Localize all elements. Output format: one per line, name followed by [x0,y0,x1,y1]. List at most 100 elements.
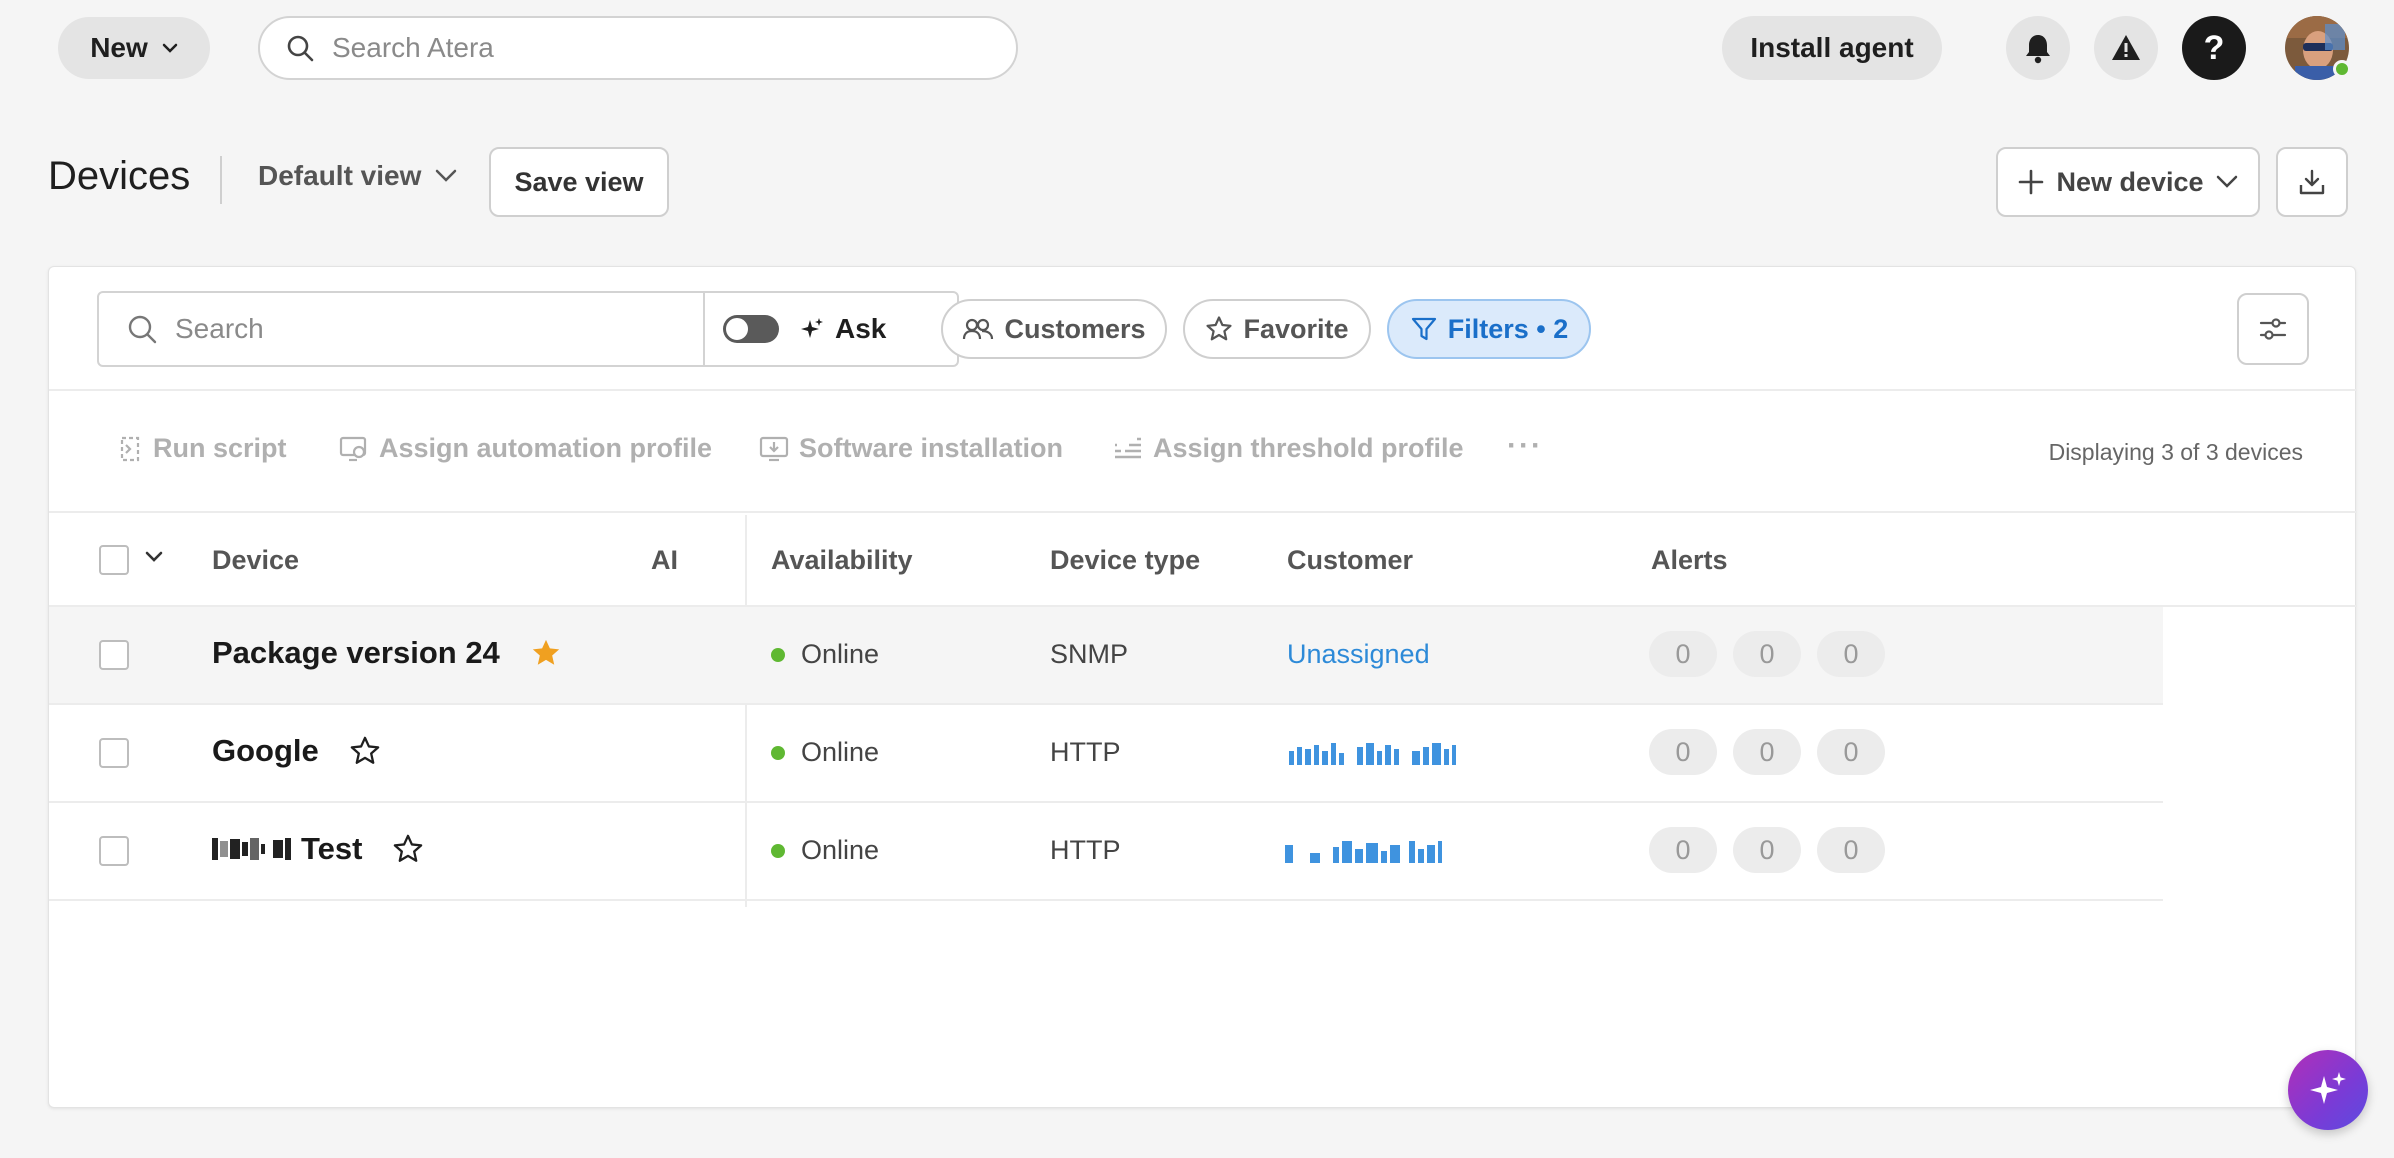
filter-bar: Ask Customers Favorite Filters • 2 [49,267,2357,391]
assign-automation-action[interactable]: Assign automation profile [339,433,712,464]
sliders-icon [2259,317,2287,341]
new-device-label: New device [2056,166,2204,197]
device-name[interactable]: Package version 24 [212,635,500,671]
column-device-type[interactable]: Device type [1050,545,1200,576]
column-ai[interactable]: AI [651,545,678,576]
alert-count-info[interactable]: 0 [1817,827,1885,873]
star-icon[interactable] [392,833,424,865]
row-checkbox[interactable] [99,836,129,866]
column-customer[interactable]: Customer [1287,545,1413,576]
ask-button[interactable]: Ask [799,313,886,345]
more-actions-button[interactable]: ··· [1507,429,1543,463]
run-script-action[interactable]: Run script [117,433,287,464]
column-device[interactable]: Device [212,545,299,576]
column-availability[interactable]: Availability [771,545,913,576]
customers-filter-chip[interactable]: Customers [941,299,1167,359]
ask-toggle-switch[interactable] [723,315,779,343]
alert-count-warning[interactable]: 0 [1733,729,1801,775]
help-icon: ? [2203,28,2225,67]
alerts-cell: 0 0 0 [1649,827,1885,873]
select-menu-chevron-icon[interactable] [145,551,163,563]
device-search-field[interactable] [99,293,705,365]
select-all-checkbox[interactable] [99,545,129,575]
device-type-cell: SNMP [1050,639,1129,669]
online-dot [771,745,785,760]
top-bar: New Install agent ? [0,0,2394,96]
assign-threshold-action[interactable]: Assign threshold profile [1113,433,1464,464]
online-dot [771,843,785,858]
notifications-button[interactable] [2006,16,2070,80]
users-icon [962,317,994,341]
ai-assistant-button[interactable] [2288,1050,2368,1130]
help-button[interactable]: ? [2182,16,2246,80]
save-view-button[interactable]: Save view [489,147,669,217]
favorite-star-icon[interactable] [530,637,562,669]
online-dot [771,647,785,662]
devices-card: Ask Customers Favorite Filters • 2 [48,266,2357,1108]
device-name-wrap[interactable]: Test [212,831,362,867]
chevron-down-icon [162,43,178,53]
filters-chip-label: Filters • 2 [1447,313,1569,344]
star-icon[interactable] [349,735,381,767]
device-type-cell: HTTP [1050,835,1121,865]
alert-count-warning[interactable]: 0 [1733,631,1801,677]
device-name-cell[interactable]: Package version 24 [212,635,562,671]
save-view-label: Save view [514,166,644,197]
table-row[interactable]: Test Online HTTP 0 0 0 [49,803,2163,901]
install-agent-label: Install agent [1750,32,1914,63]
assign-automation-label: Assign automation profile [379,433,713,463]
warning-icon [2110,33,2142,63]
column-alerts[interactable]: Alerts [1651,545,1728,576]
row-checkbox[interactable] [99,738,129,768]
redacted-customer-link[interactable] [1289,741,1456,765]
device-name[interactable]: Test [301,831,362,867]
software-installation-action[interactable]: Software installation [759,433,1063,464]
search-icon [127,314,157,344]
software-installation-label: Software installation [799,433,1064,463]
device-search: Ask [97,291,959,367]
user-avatar[interactable] [2285,16,2351,80]
alert-count-critical[interactable]: 0 [1649,827,1717,873]
favorite-filter-chip[interactable]: Favorite [1183,299,1371,359]
plus-icon [2018,169,2044,195]
table-row[interactable]: Google Online HTTP 0 0 0 [49,705,2163,803]
alert-count-critical[interactable]: 0 [1649,729,1717,775]
alerts-button[interactable] [2094,16,2158,80]
alert-count-info[interactable]: 0 [1817,729,1885,775]
availability-cell: Online [771,835,879,866]
alert-count-critical[interactable]: 0 [1649,631,1717,677]
device-name[interactable]: Google [212,733,319,769]
ask-ai-toggle[interactable]: Ask [705,293,957,365]
title-divider [220,156,222,204]
install-agent-button[interactable]: Install agent [1722,16,1942,80]
availability-cell: Online [771,737,879,768]
table-row[interactable]: Package version 24 Online SNMP Unassigne… [49,607,2163,705]
new-menu-button[interactable]: New [58,17,210,79]
new-device-button[interactable]: New device [1996,147,2260,217]
column-settings-button[interactable] [2237,293,2309,365]
view-selector[interactable]: Default view [258,160,457,192]
export-button[interactable] [2276,147,2348,217]
online-status-dot [2333,60,2351,78]
alerts-cell: 0 0 0 [1649,729,1885,775]
global-search-input[interactable] [332,32,972,64]
device-name-cell[interactable]: Google [212,733,381,769]
filter-icon [1410,315,1438,343]
device-name-cell[interactable]: Test [212,831,424,867]
availability-text: Online [801,639,880,669]
chevron-down-icon [435,169,457,183]
alert-count-warning[interactable]: 0 [1733,827,1801,873]
filters-chip[interactable]: Filters • 2 [1387,299,1591,359]
device-search-input[interactable] [175,313,675,345]
search-icon [286,34,314,62]
availability-text: Online [801,835,880,865]
customer-link[interactable]: Unassigned [1287,639,1430,670]
redacted-customer-link[interactable] [1285,839,1442,863]
global-search[interactable] [258,16,1018,80]
favorite-chip-label: Favorite [1243,313,1349,344]
bulk-action-bar: Run script Assign automation profile Sof… [49,393,2357,513]
alert-count-info[interactable]: 0 [1817,631,1885,677]
page-title: Devices [48,154,191,198]
threshold-icon [1113,437,1143,461]
row-checkbox[interactable] [99,640,129,670]
